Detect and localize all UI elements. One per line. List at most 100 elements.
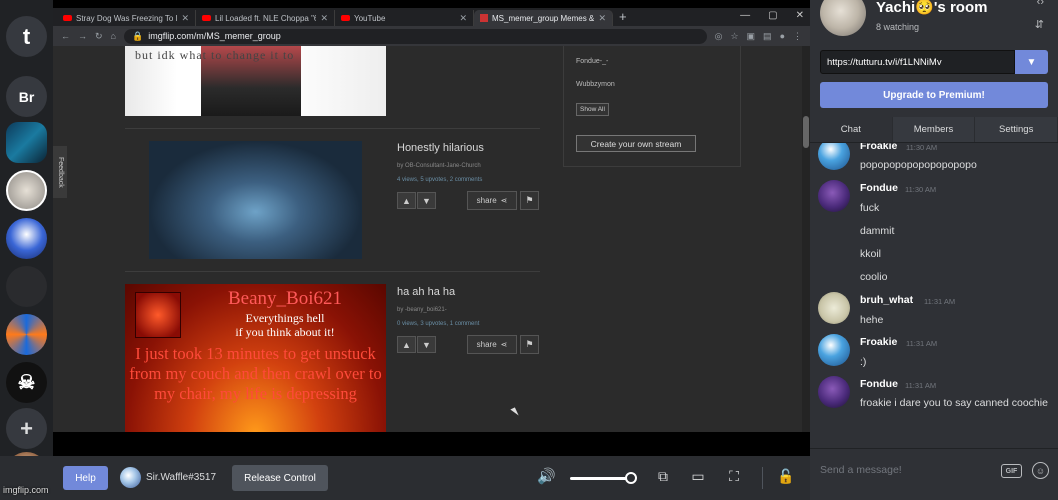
imgflip-watermark: imgflip.com [3,485,49,495]
froakie-avatar[interactable] [818,143,850,170]
gif-button[interactable]: GIF [1001,464,1022,478]
release-control-button[interactable]: Release Control [232,465,328,491]
maximize-icon[interactable]: ▢ [768,10,777,21]
close-icon[interactable]: ✕ [320,13,328,24]
upgrade-button[interactable]: Upgrade to Premium! [820,82,1048,108]
message-author[interactable]: Fondue [860,378,898,390]
browser-tab[interactable]: Lil Loaded ft. NLE Choppa "6 ✕ [196,10,335,26]
close-icon[interactable]: ✕ [598,13,606,24]
feedback-tab[interactable]: Feedback [53,146,67,198]
message-text: :) [860,356,867,368]
add-server-button[interactable]: + [6,408,47,449]
control-bar: Help Sir.Waffle#3517 Release Control 🔊 ⧉… [0,456,810,500]
server-icon-selected[interactable] [6,170,47,211]
server-icon-skeleton[interactable]: ☠ [6,362,47,403]
help-button[interactable]: Help [63,466,108,490]
browser-tab[interactable]: Stray Dog Was Freezing To D ✕ [57,10,196,26]
tab-members[interactable]: Members [892,117,976,142]
create-stream-button[interactable]: Create your own stream [576,135,696,152]
menu-icon[interactable]: ⋮ [793,31,802,42]
message-author[interactable]: Fondue [860,182,898,194]
popout-icon[interactable]: ⧉ [654,467,672,485]
message-author[interactable]: Froakie [860,336,897,348]
server-icon-screen[interactable] [6,122,47,163]
post-author[interactable]: by -beany_boi621- [397,307,447,313]
tab-label: Lil Loaded ft. NLE Choppa "6 [215,13,317,23]
server-tutturu[interactable]: t [6,16,47,57]
message-author[interactable]: Froakie [860,143,897,152]
volume-icon[interactable]: 🔊 [537,467,556,485]
cast-icon[interactable]: ◎ [715,31,723,42]
meme-image-beany[interactable]: Beany_Boi621 Everythings hell if you thi… [125,284,386,432]
stream-member-link[interactable]: Wubbzymon [576,81,615,88]
post-title[interactable]: Honestly hilarious [397,142,484,154]
fondue-avatar[interactable] [818,376,850,408]
window-controls: — ▢ ✕ [740,10,804,21]
server-tutturu-label: t [22,23,31,49]
chat-log[interactable]: Froakie 11:30 AM popopopopopopopopopo Fo… [810,143,1058,448]
window-close-icon[interactable]: ✕ [796,10,804,21]
scrollbar-thumb[interactable] [803,116,809,148]
browser-tab[interactable]: YouTube ✕ [335,10,474,26]
reload-icon[interactable]: ↻ [95,31,103,42]
new-tab-button[interactable]: + [619,10,627,26]
downvote-button[interactable]: ▼ [417,336,436,353]
post-stats: 4 views, 5 upvotes, 2 comments [397,177,483,183]
downvote-button[interactable]: ▼ [417,192,436,209]
message-text: fuck [860,202,880,214]
server-icon-dark[interactable] [6,266,47,307]
devil-image [135,292,181,338]
emoji-icon[interactable]: ☺ [1032,462,1049,479]
divider [125,271,540,272]
server-icon-swirl[interactable] [6,314,47,355]
minimize-icon[interactable]: — [740,10,750,21]
plus-icon: + [20,415,33,441]
profile-icon[interactable]: ● [780,31,785,41]
share-button[interactable]: share ⋖ [467,191,517,210]
home-icon[interactable]: ⌂ [111,31,116,41]
fondue-avatar[interactable] [818,180,850,212]
stream-view[interactable]: Stray Dog Was Freezing To D ✕ Lil Loaded … [53,0,810,456]
fullscreen-icon[interactable]: ⛶ [725,467,743,485]
upvote-button[interactable]: ▲ [397,192,416,209]
stream-url-input[interactable]: https://tutturu.tv/i/f1LNNiMv [820,50,1015,74]
address-bar[interactable]: 🔒 imgflip.com/m/MS_memer_group [123,28,707,44]
browser-tab-active[interactable]: MS_memer_group Memes & ✕ [474,10,613,26]
message-author[interactable]: bruh_what [860,294,913,306]
theater-icon[interactable]: ▭ [689,467,707,485]
page-scrollbar[interactable] [802,46,810,432]
browser-toolbar: ← → ↻ ⌂ 🔒 imgflip.com/m/MS_memer_group ◎… [53,26,810,46]
message-input[interactable]: Send a message! [820,464,902,476]
volume-slider-handle[interactable] [625,472,637,484]
server-icon-cartoon[interactable] [6,218,47,259]
tab-settings[interactable]: Settings [975,117,1058,142]
url-dropdown-button[interactable]: ▼ [1015,50,1048,74]
volume-slider[interactable] [570,477,630,480]
back-icon[interactable]: ← [61,31,70,41]
tab-chat[interactable]: Chat [810,117,893,142]
bookmark-star-icon[interactable]: ☆ [730,31,738,42]
extension-icon[interactable]: ▣ [747,31,756,42]
tab-label: MS_memer_group Memes & [492,13,595,23]
bruh-what-avatar[interactable] [818,292,850,324]
froakie-avatar[interactable] [818,334,850,366]
sync-icon[interactable]: ⇵ [1035,18,1044,31]
forward-icon[interactable]: → [78,31,87,41]
meme-image-halo[interactable] [149,141,362,259]
post-author[interactable]: by OB-Consultant-Jane-Church [397,163,481,169]
close-icon[interactable]: ✕ [181,13,189,24]
share-button[interactable]: share ⋖ [467,335,517,354]
post-title[interactable]: ha ah ha ha [397,286,455,298]
extension-icon[interactable]: ▤ [763,31,772,42]
upvote-button[interactable]: ▲ [397,336,416,353]
server-br[interactable]: Br [6,76,47,117]
flag-button[interactable]: ⚑ [520,191,539,210]
unlock-icon[interactable]: 🔓 [777,467,795,485]
meme-image-top[interactable]: but idk what to change it to [125,46,386,116]
show-all-button[interactable]: Show All [576,103,609,116]
close-icon[interactable]: ✕ [459,13,467,24]
flag-button[interactable]: ⚑ [520,335,539,354]
stream-member-link[interactable]: Fondue-_- [576,58,608,65]
meme-text-line: Everythings hell [245,311,325,325]
collapse-icon[interactable]: ‹› [1037,0,1044,8]
